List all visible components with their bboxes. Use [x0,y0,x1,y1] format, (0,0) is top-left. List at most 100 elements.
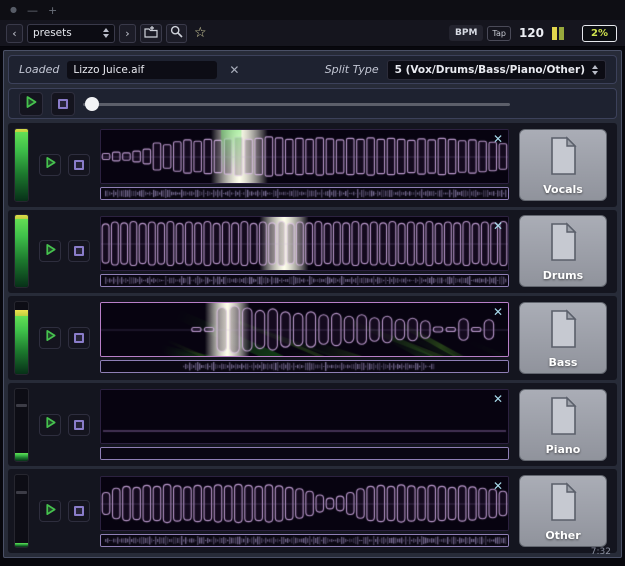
track-stop-button[interactable] [68,500,90,523]
dropdown-arrows-icon [103,28,109,38]
window-minimize-control[interactable]: — [27,5,38,16]
stem-label: Bass [548,355,578,369]
close-track-button[interactable]: ✕ [491,130,505,148]
stop-icon [74,246,84,257]
file-icon [546,221,580,267]
save-preset-button[interactable] [140,23,162,43]
waveform-block: ✕ [100,389,509,461]
track-stop-button[interactable] [68,326,90,349]
time-display: 7:32 [590,547,611,557]
waveform-display[interactable]: ✕ [100,389,509,445]
window-zoom-control[interactable]: + [48,5,57,16]
file-icon [546,481,580,527]
minimap-canvas [101,534,508,546]
track-play-button[interactable] [39,153,61,176]
master-play-button[interactable] [19,91,43,116]
meter-fill [15,316,28,374]
close-track-button[interactable]: ✕ [491,477,505,495]
stop-icon [74,332,84,343]
meter-fill [15,453,28,461]
waveform-display[interactable]: ✕ [100,215,509,271]
level-meter [14,300,29,375]
meter-fill [15,542,28,548]
waveform-display[interactable]: ✕ [100,475,509,531]
favorite-button[interactable]: ☆ [191,24,210,43]
loaded-file-field[interactable]: Lizzo Juice.aif [67,60,218,79]
track-play-button[interactable] [39,326,61,349]
track-play-button[interactable] [39,500,61,523]
play-icon [44,416,57,433]
search-button[interactable] [166,23,187,43]
preset-next-button[interactable]: › [119,23,136,43]
play-icon [24,95,38,113]
close-track-button[interactable]: ✕ [491,217,505,235]
close-track-button[interactable]: ✕ [491,390,505,408]
clear-file-button[interactable]: ✕ [225,63,243,77]
bpm-label: BPM [448,25,484,41]
file-icon [546,308,580,354]
split-type-selector[interactable]: 5 (Vox/Drums/Bass/Piano/Other) [386,59,606,80]
waveform-display[interactable]: ✕ [100,129,509,185]
master-stop-button[interactable] [51,91,75,116]
stop-icon [58,98,68,109]
stem-file-button[interactable]: Bass [519,301,607,374]
level-meter [14,214,29,289]
window-close-control[interactable]: ● [10,6,17,14]
stem-label: Drums [542,269,584,283]
waveform-display[interactable]: ✕ [100,302,509,358]
level-meter [14,127,29,202]
play-icon [44,503,57,520]
level-meter [14,474,29,549]
meter-fill [15,219,28,288]
play-icon [44,329,57,346]
stem-label: Other [545,529,581,543]
stem-file-button[interactable]: Other [519,475,607,548]
waveform-canvas [101,130,508,184]
preset-toolbar: ‹ presets › ☆ BPM Tap 120 2% [0,20,625,47]
track-stop-button[interactable] [68,153,90,176]
slider-thumb[interactable] [84,96,99,111]
track-play-button[interactable] [39,413,61,436]
stem-file-cell: Other [515,475,611,548]
waveform-canvas [101,476,508,530]
waveform-minimap[interactable] [100,360,509,374]
waveform-minimap[interactable] [100,447,509,461]
stem-file-button[interactable]: Drums [519,215,607,288]
track-buttons [35,240,94,263]
preset-prev-button[interactable]: ‹ [6,23,23,43]
position-slider[interactable] [83,92,510,116]
tap-tempo-button[interactable]: Tap [487,25,511,41]
waveform-minimap[interactable] [100,273,509,287]
track-row-vocals: ✕ Vocals [8,123,617,207]
meter-fader-notch [16,404,27,408]
waveform-minimap[interactable] [100,187,509,201]
track-stop-button[interactable] [68,240,90,263]
track-list: ✕ Vocals ✕ Drums ✕ Bass ✕ Piano ✕ Other [8,123,617,553]
titlebar: ● — + [0,0,625,20]
minimap-canvas [101,448,508,460]
meter-peak [15,215,28,219]
waveform-block: ✕ [100,215,509,287]
meter-peak [15,310,28,317]
stem-file-button[interactable]: Piano [519,388,607,461]
chevron-right-icon: › [125,26,130,40]
close-track-button[interactable]: ✕ [491,303,505,321]
waveform-canvas [101,303,508,357]
split-type-label: Split Type [324,63,379,76]
app-window: ● — + ‹ presets › ☆ BPM Tap 120 2% Loade… [0,0,625,558]
stem-file-button[interactable]: Vocals [519,128,607,201]
track-stop-button[interactable] [68,413,90,436]
stem-file-cell: Piano [515,388,611,461]
cpu-usage-badge: 2% [582,24,617,42]
stem-file-cell: Drums [515,215,611,288]
track-buttons [35,413,94,436]
level-meter [14,387,29,462]
minimap-canvas [101,188,508,200]
track-buttons [35,153,94,176]
preset-selector[interactable]: presets [27,23,115,43]
stop-icon [74,506,84,517]
loaded-file-name: Lizzo Juice.aif [73,63,145,76]
track-row-drums: ✕ Drums [8,209,617,294]
waveform-minimap[interactable] [100,533,509,547]
track-play-button[interactable] [39,240,61,263]
